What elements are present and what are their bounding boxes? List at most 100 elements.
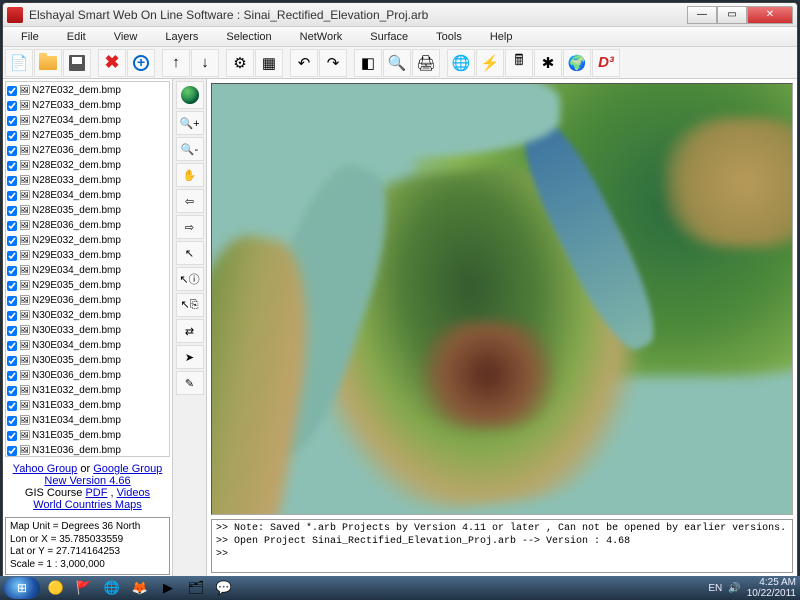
save-icon[interactable] (63, 49, 91, 77)
map-viewport[interactable] (211, 83, 793, 515)
print-icon[interactable]: 🖨 (412, 49, 440, 77)
layer-row[interactable]: N27E032_dem.bmp (7, 83, 168, 98)
worldmaps-link[interactable]: World Countries Maps (33, 499, 142, 511)
layer-checkbox[interactable] (7, 161, 17, 171)
explorer-task-icon[interactable]: 🗂 (184, 578, 208, 598)
layer-row[interactable]: N29E035_dem.bmp (7, 278, 168, 293)
layer-row[interactable]: N29E034_dem.bmp (7, 263, 168, 278)
delete-icon[interactable]: ✖ (98, 49, 126, 77)
layer-checkbox[interactable] (7, 401, 17, 411)
menu-view[interactable]: View (100, 29, 152, 45)
layer-row[interactable]: N29E032_dem.bmp (7, 233, 168, 248)
layer-row[interactable]: N30E032_dem.bmp (7, 308, 168, 323)
burst-icon[interactable]: ✱ (534, 49, 562, 77)
layer-checkbox[interactable] (7, 281, 17, 291)
calculator-icon[interactable]: 🖩 (505, 49, 533, 77)
layer-row[interactable]: N29E033_dem.bmp (7, 248, 168, 263)
minimize-button[interactable]: — (687, 6, 717, 24)
redo-icon[interactable]: ↷ (319, 49, 347, 77)
zoom-out-icon[interactable]: 🔍- (176, 137, 204, 161)
zoom-in-icon[interactable]: 🔍+ (176, 111, 204, 135)
layer-checkbox[interactable] (7, 296, 17, 306)
layer-row[interactable]: N30E034_dem.bmp (7, 338, 168, 353)
app-task-icon[interactable]: 🚩 (72, 578, 96, 598)
google-group-link[interactable]: Google Group (93, 463, 162, 475)
layer-checkbox[interactable] (7, 446, 17, 456)
firefox-task-icon[interactable]: 🦊 (128, 578, 152, 598)
layer-row[interactable]: N28E035_dem.bmp (7, 203, 168, 218)
menu-selection[interactable]: Selection (212, 29, 285, 45)
select-pointer-icon[interactable]: ↖ (176, 241, 204, 265)
binoculars-icon[interactable]: 🔍 (383, 49, 411, 77)
menu-file[interactable]: File (7, 29, 53, 45)
nav-left-icon[interactable]: ⇦ (176, 189, 204, 213)
layer-row[interactable]: N27E036_dem.bmp (7, 143, 168, 158)
layer-row[interactable]: N31E032_dem.bmp (7, 383, 168, 398)
open-icon[interactable] (34, 49, 62, 77)
layer-row[interactable]: N28E034_dem.bmp (7, 188, 168, 203)
layer-row[interactable]: N28E036_dem.bmp (7, 218, 168, 233)
layer-checkbox[interactable] (7, 131, 17, 141)
layer-row[interactable]: N27E035_dem.bmp (7, 128, 168, 143)
system-tray[interactable]: EN 🔊 4:25 AM 10/22/2011 (708, 577, 796, 599)
layer-checkbox[interactable] (7, 191, 17, 201)
layer-checkbox[interactable] (7, 221, 17, 231)
layer-checkbox[interactable] (7, 206, 17, 216)
lang-indicator[interactable]: EN (708, 583, 722, 594)
menu-layers[interactable]: Layers (151, 29, 212, 45)
layer-checkbox[interactable] (7, 101, 17, 111)
pdf-link[interactable]: PDF (85, 487, 107, 499)
layer-row[interactable]: N27E033_dem.bmp (7, 98, 168, 113)
layer-row[interactable]: N29E036_dem.bmp (7, 293, 168, 308)
layer-checkbox[interactable] (7, 341, 17, 351)
layer-row[interactable]: N31E033_dem.bmp (7, 398, 168, 413)
layer-checkbox[interactable] (7, 116, 17, 126)
measure-icon[interactable]: ⇄ (176, 319, 204, 343)
layer-checkbox[interactable] (7, 266, 17, 276)
undo-icon[interactable]: ↶ (290, 49, 318, 77)
d3-icon[interactable]: D³ (592, 49, 620, 77)
menu-surface[interactable]: Surface (356, 29, 422, 45)
new-icon[interactable]: 📄 (5, 49, 33, 77)
layer-row[interactable]: N28E033_dem.bmp (7, 173, 168, 188)
layer-checkbox[interactable] (7, 371, 17, 381)
skype-task-icon[interactable]: 💬 (212, 578, 236, 598)
nav-right-icon[interactable]: ⇨ (176, 215, 204, 239)
layer-row[interactable]: N30E036_dem.bmp (7, 368, 168, 383)
videos-link[interactable]: Videos (117, 487, 150, 499)
link-pointer-icon[interactable]: ↖⎘ (176, 293, 204, 317)
layer-checkbox[interactable] (7, 356, 17, 366)
yahoo-group-link[interactable]: Yahoo Group (13, 463, 78, 475)
properties-icon[interactable]: ⚙ (226, 49, 254, 77)
web-globe-icon[interactable]: 🌐 (447, 49, 475, 77)
menu-network[interactable]: NetWork (286, 29, 357, 45)
output-console[interactable]: >> Note: Saved *.arb Projects by Version… (211, 519, 793, 573)
layer-checkbox[interactable] (7, 146, 17, 156)
eraser-icon[interactable]: ◧ (354, 49, 382, 77)
layer-row[interactable]: N30E033_dem.bmp (7, 323, 168, 338)
media-task-icon[interactable]: ▶ (156, 578, 180, 598)
layer-row[interactable]: N31E034_dem.bmp (7, 413, 168, 428)
layer-row[interactable]: N30E035_dem.bmp (7, 353, 168, 368)
flash-icon[interactable]: ⚡ (476, 49, 504, 77)
globe-icon[interactable] (176, 81, 204, 109)
pan-icon[interactable]: ✋ (176, 163, 204, 187)
layer-checkbox[interactable] (7, 326, 17, 336)
menu-edit[interactable]: Edit (53, 29, 100, 45)
start-button[interactable]: ⊞ (4, 577, 40, 599)
ie-task-icon[interactable]: 🌐 (100, 578, 124, 598)
arrow-down-icon[interactable]: ↓ (191, 49, 219, 77)
layer-checkbox[interactable] (7, 176, 17, 186)
new-version-link[interactable]: New Version 4.66 (44, 475, 130, 487)
pointer-icon[interactable]: ➤ (176, 345, 204, 369)
layer-checkbox[interactable] (7, 386, 17, 396)
layer-checkbox[interactable] (7, 236, 17, 246)
layer-checkbox[interactable] (7, 251, 17, 261)
menu-tools[interactable]: Tools (422, 29, 476, 45)
maximize-button[interactable]: ▭ (717, 6, 747, 24)
close-button[interactable]: ✕ (747, 6, 793, 24)
layer-checkbox[interactable] (7, 86, 17, 96)
chrome-task-icon[interactable]: 🟡 (44, 578, 68, 598)
arrow-up-icon[interactable]: ↑ (162, 49, 190, 77)
pencil-icon[interactable]: ✎ (176, 371, 204, 395)
